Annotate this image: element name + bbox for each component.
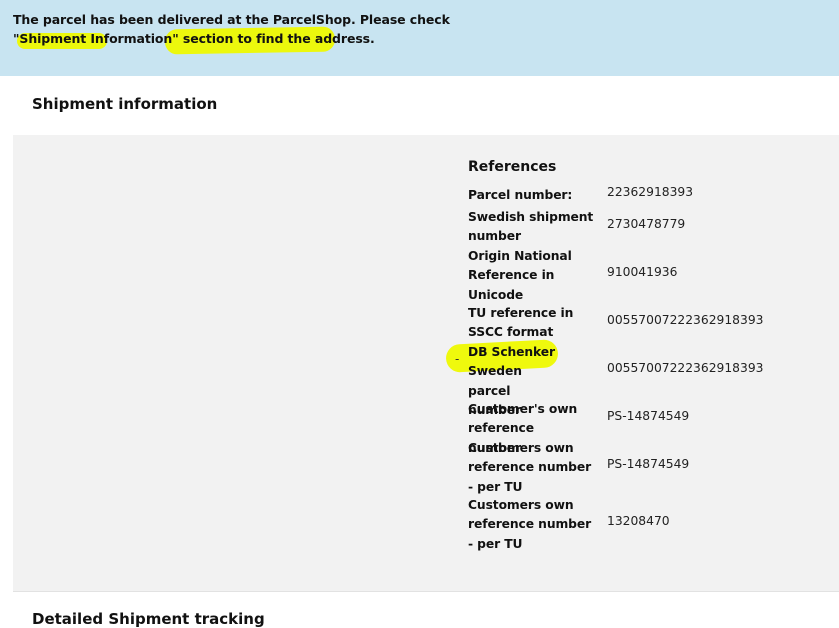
detailed-tracking-title: Detailed Shipment tracking <box>32 610 265 628</box>
reference-label-swedish-shipment-number: Swedish shipment number <box>468 210 594 244</box>
reference-value-origin-national-reference: 910041936 <box>607 265 678 279</box>
reference-value-customers-own-reference-per-tu-2: 13208470 <box>607 514 670 528</box>
banner-text-line-2: "Shipment Information" section to find t… <box>13 31 375 46</box>
reference-label-customers-own-reference-per-tu-2: Customers own reference number - per TU <box>468 498 592 551</box>
reference-label-parcel-number: Parcel number: <box>468 188 573 202</box>
reference-value-parcel-number: 22362918393 <box>607 185 694 199</box>
dash-mark: - <box>455 352 460 366</box>
reference-label-customers-own-reference-per-tu: Customers own reference number - per TU <box>468 441 592 494</box>
reference-value-customers-own-reference-per-tu: PS-14874549 <box>607 457 690 471</box>
shipment-info-title: Shipment information <box>32 95 218 113</box>
banner-text-line-1: The parcel has been delivered at the Par… <box>13 12 450 27</box>
reference-label-tu-reference-sscc: TU reference in SSCC format <box>468 306 574 340</box>
references-heading: References <box>468 159 557 175</box>
reference-value-db-schenker-parcel-number: 00557007222362918393 <box>607 361 764 375</box>
notification-banner: The parcel has been delivered at the Par… <box>0 0 839 76</box>
reference-value-customers-own-reference: PS-14874549 <box>607 409 690 423</box>
reference-value-tu-reference-sscc: 00557007222362918393 <box>607 313 764 327</box>
reference-label-origin-national-reference: Origin National Reference in Unicode <box>468 249 572 302</box>
reference-value-swedish-shipment-number: 2730478779 <box>607 217 686 231</box>
